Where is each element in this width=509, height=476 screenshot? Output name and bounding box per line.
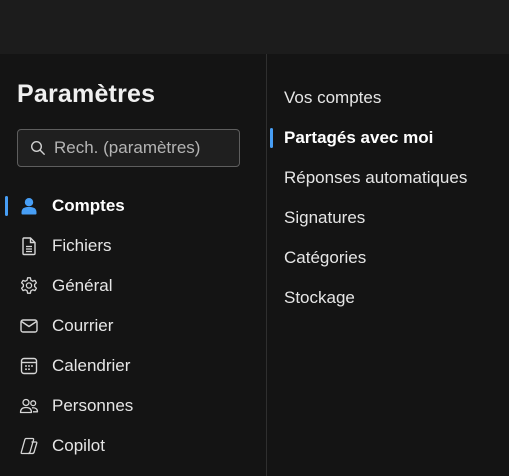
app-top-bar (0, 0, 509, 54)
nav-item-general[interactable]: Général (0, 266, 266, 306)
accounts-subnav-pane: Vos comptes Partagés avec moi Réponses a… (267, 54, 509, 476)
nav-item-calendrier[interactable]: Calendrier (0, 346, 266, 386)
nav-item-label: Fichiers (52, 236, 112, 255)
subnav-item-label: Partagés avec moi (284, 128, 434, 147)
subnav-item-label: Réponses automatiques (284, 168, 468, 187)
subnav-item-categories[interactable]: Catégories (267, 238, 509, 278)
nav-item-personnes[interactable]: Personnes (0, 386, 266, 426)
nav-item-label: Courrier (52, 316, 114, 335)
subnav-item-reponses-automatiques[interactable]: Réponses automatiques (267, 158, 509, 198)
mail-icon (19, 316, 39, 336)
people-icon (19, 396, 39, 416)
copilot-icon (19, 436, 39, 456)
active-indicator (5, 196, 8, 216)
active-indicator (270, 128, 273, 148)
settings-nav: Comptes Fichiers Général Courrier Calend… (0, 186, 266, 466)
nav-item-label: Calendrier (52, 356, 131, 375)
document-icon (19, 236, 39, 256)
subnav-item-label: Vos comptes (284, 88, 382, 107)
nav-item-fichiers[interactable]: Fichiers (0, 226, 266, 266)
nav-item-label: Personnes (52, 396, 134, 415)
subnav-item-signatures[interactable]: Signatures (267, 198, 509, 238)
subnav-item-partages-avec-moi[interactable]: Partagés avec moi (267, 118, 509, 158)
subnav-item-stockage[interactable]: Stockage (267, 278, 509, 318)
subnav-item-label: Catégories (284, 248, 367, 267)
nav-item-comptes[interactable]: Comptes (0, 186, 266, 226)
nav-item-copilot[interactable]: Copilot (0, 426, 266, 466)
subnav-item-vos-comptes[interactable]: Vos comptes (267, 78, 509, 118)
settings-search-box[interactable] (17, 129, 240, 167)
nav-item-label: Copilot (52, 436, 105, 455)
calendar-icon (19, 356, 39, 376)
subnav-item-label: Stockage (284, 288, 355, 307)
search-icon (30, 140, 45, 155)
nav-item-label: Comptes (52, 196, 125, 215)
person-icon (19, 196, 39, 216)
page-title: Paramètres (17, 80, 156, 108)
accounts-subnav: Vos comptes Partagés avec moi Réponses a… (267, 78, 509, 318)
settings-search-input[interactable] (54, 138, 224, 158)
settings-sidebar: Paramètres Comptes (0, 54, 266, 476)
nav-item-label: Général (52, 276, 113, 295)
gear-icon (19, 276, 39, 296)
nav-item-courrier[interactable]: Courrier (0, 306, 266, 346)
subnav-item-label: Signatures (284, 208, 366, 227)
